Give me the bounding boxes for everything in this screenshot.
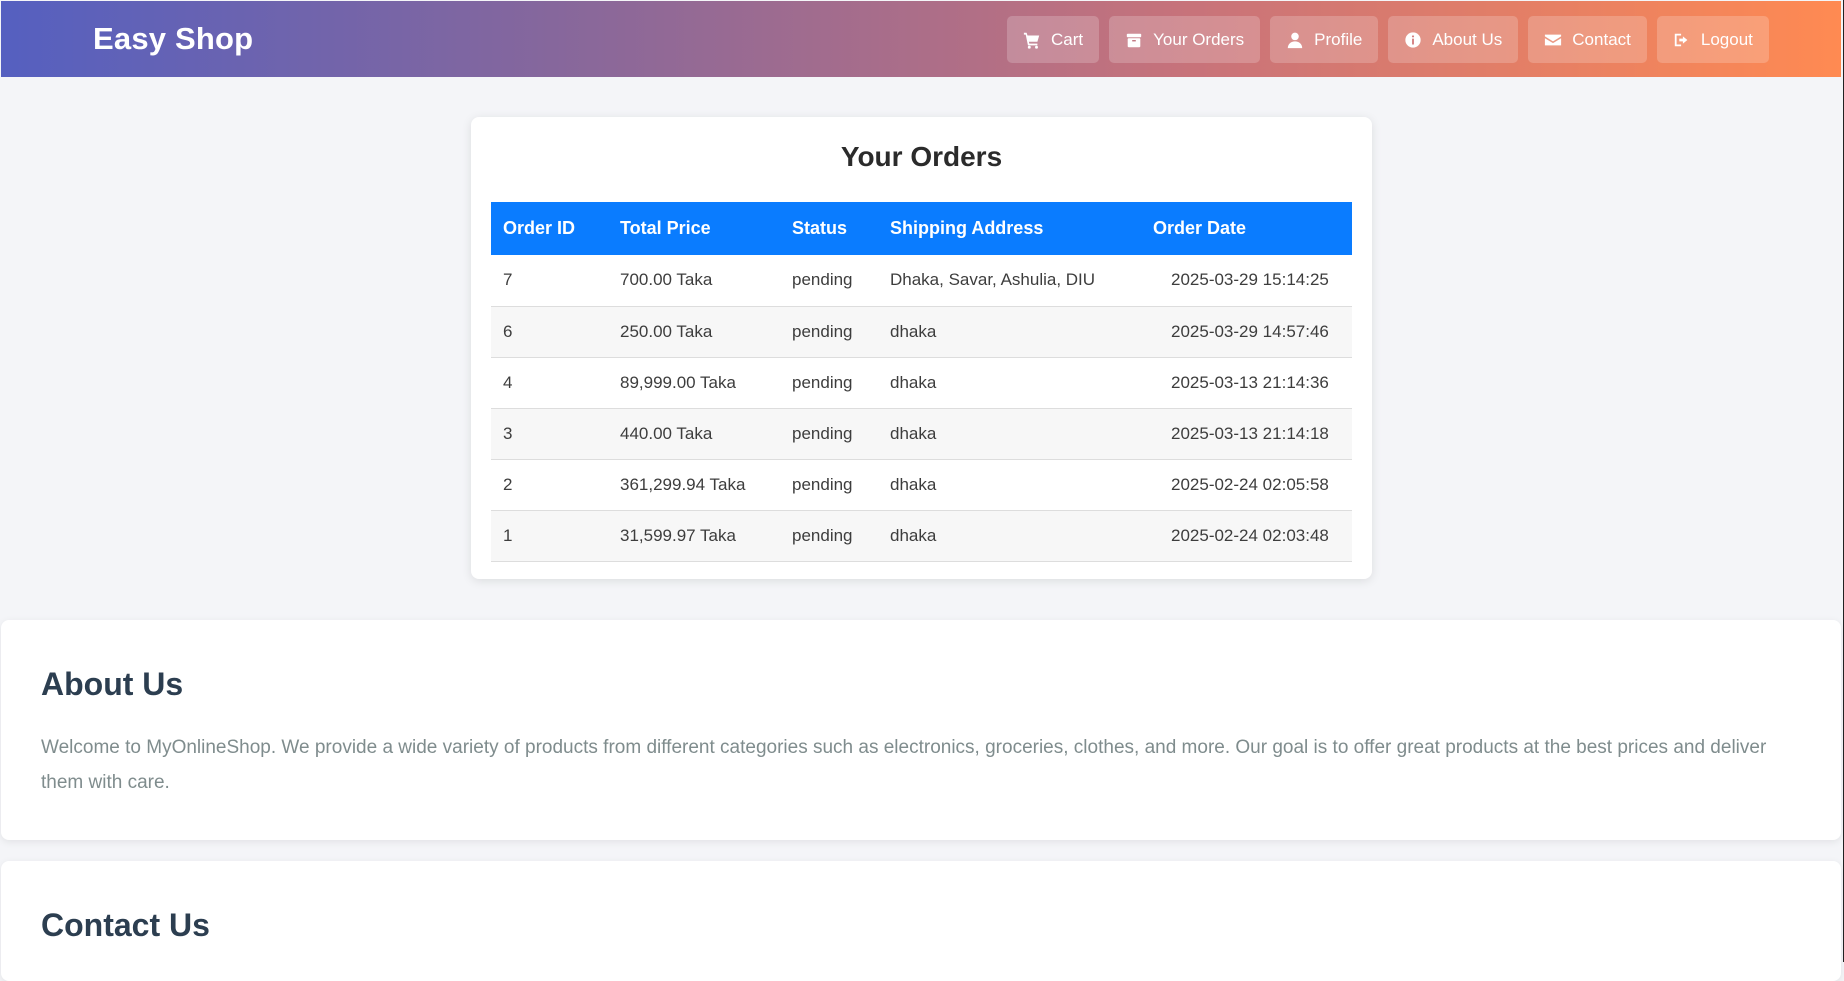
envelope-icon (1544, 31, 1562, 49)
total-price-cell: 361,299.94 Taka (608, 459, 780, 511)
column-header-status: Status (780, 202, 878, 255)
nav-contact-label: Contact (1572, 29, 1631, 49)
table-row: 7 700.00 Taka pending Dhaka, Savar, Ashu… (491, 255, 1352, 307)
contact-section: Contact Us (1, 861, 1841, 981)
navbar: Easy Shop Cart Your Orders Profile About… (1, 1, 1841, 77)
total-price-cell: 31,599.97 Taka (608, 510, 780, 562)
status-cell: pending (780, 510, 878, 562)
status-cell: pending (780, 357, 878, 409)
order-date-cell: 2025-02-24 02:05:58 (1141, 459, 1352, 511)
nav-profile-label: Profile (1314, 29, 1363, 49)
table-row: 6 250.00 Taka pending dhaka 2025-03-29 1… (491, 306, 1352, 358)
nav-links: Cart Your Orders Profile About Us Contac… (1007, 16, 1769, 63)
order-date-cell: 2025-03-29 15:14:25 (1141, 255, 1352, 307)
user-icon (1286, 31, 1304, 49)
nav-logout-label: Logout (1700, 29, 1753, 49)
about-section: About Us Welcome to MyOnlineShop. We pro… (1, 620, 1841, 840)
shipping-address-cell: dhaka (878, 510, 1141, 562)
order-date-cell: 2025-03-13 21:14:18 (1141, 408, 1352, 460)
shipping-address-cell: dhaka (878, 306, 1141, 358)
total-price-cell: 440.00 Taka (608, 408, 780, 460)
order-id-cell: 7 (491, 255, 608, 307)
orders-table: Order ID Total Price Status Shipping Add… (491, 202, 1352, 562)
nav-profile-button[interactable]: Profile (1270, 16, 1379, 63)
order-id-cell: 6 (491, 306, 608, 358)
order-id-cell: 2 (491, 459, 608, 511)
status-cell: pending (780, 255, 878, 307)
shipping-address-cell: dhaka (878, 357, 1141, 409)
orders-title: Your Orders (840, 141, 1003, 172)
nav-cart-button[interactable]: Cart (1007, 16, 1100, 63)
shipping-address-cell: dhaka (878, 459, 1141, 511)
info-icon (1404, 31, 1422, 49)
nav-contact-button[interactable]: Contact (1528, 16, 1647, 63)
nav-orders-label: Your Orders (1153, 29, 1245, 49)
nav-about-label: About Us (1432, 29, 1503, 49)
status-cell: pending (780, 408, 878, 460)
brand-logo[interactable]: Easy Shop (93, 21, 253, 57)
column-header-order-date: Order Date (1141, 202, 1352, 255)
order-date-cell: 2025-03-13 21:14:36 (1141, 357, 1352, 409)
table-row: 2 361,299.94 Taka pending dhaka 2025-02-… (491, 459, 1352, 511)
table-row: 4 89,999.00 Taka pending dhaka 2025-03-1… (491, 357, 1352, 409)
about-heading: About Us (41, 666, 184, 702)
order-id-cell: 3 (491, 408, 608, 460)
total-price-cell: 250.00 Taka (608, 306, 780, 358)
nav-orders-button[interactable]: Your Orders (1109, 16, 1261, 63)
about-text: Welcome to MyOnlineShop. We provide a wi… (41, 737, 1767, 793)
order-date-cell: 2025-02-24 02:03:48 (1141, 510, 1352, 562)
shipping-address-cell: dhaka (878, 408, 1141, 460)
column-header-order-id: Order ID (491, 202, 608, 255)
orders-card: Your Orders Order ID Total Price Status … (471, 117, 1372, 579)
status-cell: pending (780, 306, 878, 358)
order-id-cell: 1 (491, 510, 608, 562)
shipping-address-cell: Dhaka, Savar, Ashulia, DIU (878, 255, 1141, 307)
total-price-cell: 700.00 Taka (608, 255, 780, 307)
table-row: 1 31,599.97 Taka pending dhaka 2025-02-2… (491, 510, 1352, 562)
column-header-shipping-address: Shipping Address (878, 202, 1141, 255)
column-header-total-price: Total Price (608, 202, 780, 255)
contact-heading: Contact Us (41, 907, 210, 943)
box-icon (1125, 31, 1143, 49)
logout-icon (1673, 31, 1691, 49)
nav-about-button[interactable]: About Us (1388, 16, 1519, 63)
table-row: 3 440.00 Taka pending dhaka 2025-03-13 2… (491, 408, 1352, 460)
cart-icon (1023, 31, 1041, 49)
nav-logout-button[interactable]: Logout (1656, 16, 1769, 63)
table-header-row: Order ID Total Price Status Shipping Add… (491, 202, 1352, 255)
total-price-cell: 89,999.00 Taka (608, 357, 780, 409)
status-cell: pending (780, 459, 878, 511)
order-date-cell: 2025-03-29 14:57:46 (1141, 306, 1352, 358)
nav-cart-label: Cart (1051, 29, 1084, 49)
order-id-cell: 4 (491, 357, 608, 409)
